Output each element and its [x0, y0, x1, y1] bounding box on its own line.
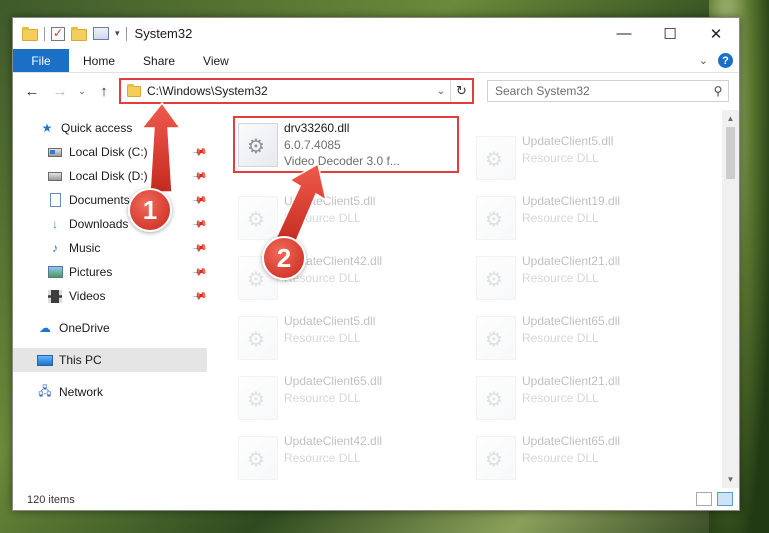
search-icon[interactable]: ⚲ — [708, 84, 728, 98]
dll-file-icon: ⚙ — [476, 436, 516, 480]
quick-access-toolbar: ✓ ▾ — [13, 18, 120, 49]
expand-ribbon-icon[interactable]: ⌄ — [699, 54, 708, 67]
search-input[interactable] — [495, 84, 708, 98]
list-item[interactable]: ⚙ UpdateClient65.dll Resource DLL — [235, 369, 465, 427]
sidebar-item-network[interactable]: 🖧 Network — [13, 380, 207, 404]
close-button[interactable]: ✕ — [693, 18, 739, 49]
pin-icon[interactable]: 📌 — [191, 216, 208, 232]
drive-c-icon — [47, 145, 63, 159]
network-icon: 🖧 — [38, 383, 52, 398]
item-count: 120 items — [27, 494, 75, 506]
file-explorer-window: ✓ ▾ System32 — ☐ ✕ File Home Share View … — [12, 17, 740, 511]
navigation-pane: ★ Quick access Local Disk (C:) 📌 Local D… — [13, 114, 207, 484]
list-item[interactable]: ⚙ UpdateClient21.dll Resource DLL — [473, 369, 703, 427]
tiles-view-icon[interactable] — [717, 492, 733, 506]
details-view-icon[interactable] — [696, 492, 712, 506]
list-item[interactable]: ⚙ UpdateClient65.dll Resource DLL — [473, 309, 703, 367]
dll-file-icon: ⚙ — [476, 316, 516, 360]
onedrive-icon: ☁ — [39, 321, 51, 335]
sidebar-item-documents[interactable]: Documents 📌 — [13, 188, 207, 212]
new-folder-icon[interactable] — [71, 26, 87, 41]
search-box[interactable]: ⚲ — [487, 80, 729, 102]
dll-file-icon: ⚙ — [238, 436, 278, 480]
pictures-icon — [47, 265, 63, 279]
up-button[interactable]: ↑ — [93, 80, 115, 102]
sidebar-item-music[interactable]: ♪ Music 📌 — [13, 236, 207, 260]
sidebar-item-quick-access[interactable]: ★ Quick access — [13, 116, 207, 140]
status-bar: 120 items — [13, 488, 739, 512]
list-item[interactable]: ⚙ UpdateClient42.dll Resource DLL — [235, 429, 465, 487]
dll-file-icon: ⚙ — [238, 316, 278, 360]
list-item[interactable]: ⚙ UpdateClient65.dll Resource DLL — [473, 429, 703, 487]
tab-view[interactable]: View — [189, 49, 243, 72]
folder-icon — [22, 26, 38, 41]
address-bar[interactable]: C:\Windows\System32 ⌄ ↻ — [119, 78, 474, 104]
minimize-button[interactable]: — — [601, 18, 647, 49]
step-1-callout: 1 — [128, 188, 172, 232]
back-button[interactable]: ← — [21, 80, 43, 102]
scroll-thumb[interactable] — [726, 127, 735, 179]
list-item[interactable]: ⚙ UpdateClient5.dll Resource DLL — [235, 189, 465, 247]
sidebar-item-local-disk-c[interactable]: Local Disk (C:) 📌 — [13, 140, 207, 164]
navigation-bar: ← → ⌄ ↑ C:\Windows\System32 ⌄ ↻ ⚲ — [13, 74, 739, 108]
sidebar-item-local-disk-d[interactable]: Local Disk (D:) 📌 — [13, 164, 207, 188]
list-item[interactable]: ⚙ UpdateClient21.dll Resource DLL — [473, 249, 703, 307]
folder-icon — [127, 83, 141, 97]
pin-icon[interactable]: 📌 — [191, 144, 208, 160]
pin-icon[interactable]: 📌 — [191, 264, 208, 280]
drive-d-icon — [47, 169, 63, 183]
forward-button[interactable]: → — [49, 80, 71, 102]
dll-file-icon: ⚙ — [476, 136, 516, 180]
scroll-down-icon[interactable]: ▼ — [722, 471, 739, 488]
pin-icon[interactable]: 📌 — [191, 192, 208, 208]
help-icon[interactable]: ? — [718, 53, 733, 68]
pin-icon[interactable]: 📌 — [191, 240, 208, 256]
list-item[interactable]: ⚙ UpdateClient5.dll Resource DLL — [473, 129, 703, 187]
customize-toolbar-icon[interactable]: ▾ — [115, 28, 120, 39]
ribbon-tabs: File Home Share View ⌄ ? — [13, 49, 739, 73]
tab-share[interactable]: Share — [129, 49, 189, 72]
music-icon: ♪ — [52, 241, 58, 255]
tab-file[interactable]: File — [13, 49, 69, 72]
documents-icon — [47, 193, 63, 207]
dll-file-icon: ⚙ — [476, 256, 516, 300]
star-icon: ★ — [41, 121, 53, 135]
sidebar-item-this-pc[interactable]: This PC — [13, 348, 207, 372]
dll-file-icon: ⚙ — [238, 376, 278, 420]
window-title: System32 — [134, 26, 193, 41]
title-bar: ✓ ▾ System32 — ☐ ✕ — [13, 18, 739, 49]
address-dropdown-icon[interactable]: ⌄ — [432, 86, 450, 97]
list-item[interactable]: ⚙ UpdateClient5.dll Resource DLL — [235, 309, 465, 367]
sidebar-item-pictures[interactable]: Pictures 📌 — [13, 260, 207, 284]
pin-icon[interactable]: 📌 — [191, 168, 208, 184]
sidebar-item-onedrive[interactable]: ☁ OneDrive — [13, 316, 207, 340]
list-item[interactable]: ⚙ UpdateClient19.dll Resource DLL — [473, 189, 703, 247]
maximize-button[interactable]: ☐ — [647, 18, 693, 49]
tab-home[interactable]: Home — [69, 49, 129, 72]
refresh-button[interactable]: ↻ — [450, 80, 472, 102]
vertical-scrollbar[interactable]: ▲ ▼ — [722, 110, 739, 488]
properties-check-icon[interactable]: ✓ — [51, 26, 65, 41]
downloads-icon: ↓ — [52, 217, 58, 231]
step-2-callout: 2 — [262, 236, 306, 280]
recent-locations-button[interactable]: ⌄ — [75, 80, 89, 102]
videos-icon — [47, 289, 63, 303]
pin-icon[interactable]: 📌 — [191, 288, 208, 304]
this-pc-icon — [37, 353, 53, 367]
scroll-up-icon[interactable]: ▲ — [722, 110, 739, 127]
dll-file-icon: ⚙ — [476, 196, 516, 240]
address-path[interactable]: C:\Windows\System32 — [147, 84, 432, 98]
sidebar-item-downloads[interactable]: ↓ Downloads 📌 — [13, 212, 207, 236]
properties-icon[interactable] — [93, 27, 109, 40]
sidebar-item-videos[interactable]: Videos 📌 — [13, 284, 207, 308]
highlight-box — [233, 116, 459, 173]
dll-file-icon: ⚙ — [238, 196, 278, 240]
dll-file-icon: ⚙ — [476, 376, 516, 420]
